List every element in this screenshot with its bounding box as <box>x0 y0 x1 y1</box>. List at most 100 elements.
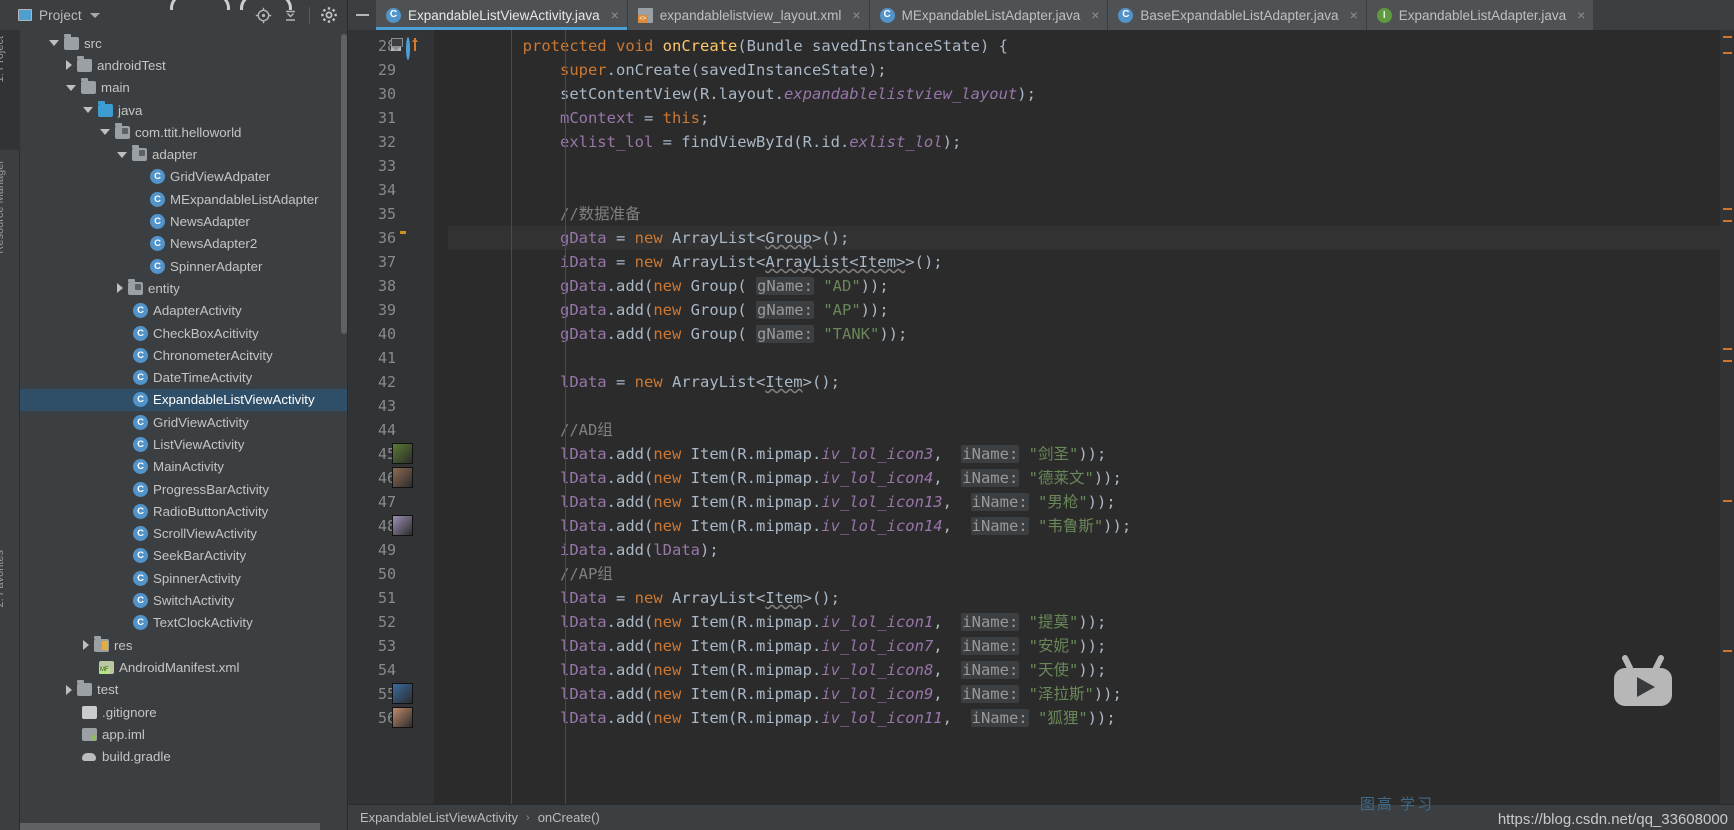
code-line[interactable]: protected void onCreate(Bundle savedInst… <box>448 34 1734 58</box>
code-line[interactable]: lData = new ArrayList<Item>(); <box>448 370 1734 394</box>
code-line[interactable]: lData.add(new Item(R.mipmap.iv_lol_icon1… <box>448 706 1734 730</box>
chevron-down-icon[interactable] <box>89 12 100 18</box>
hide-tool-window-button[interactable] <box>348 0 376 30</box>
tree-row[interactable]: entity <box>20 277 347 299</box>
code-text-area[interactable]: protected void onCreate(Bundle savedInst… <box>434 30 1734 804</box>
code-line[interactable]: lData = new ArrayList<Item>(); <box>448 586 1734 610</box>
editor-tab[interactable]: I ExpandableListAdapter.java × <box>1366 0 1595 30</box>
tree-row[interactable]: C NewsAdapter2 <box>20 233 347 255</box>
tree-row[interactable]: C DateTimeActivity <box>20 366 347 388</box>
tree-row[interactable]: C ListViewActivity <box>20 433 347 455</box>
code-line[interactable] <box>448 154 1734 178</box>
tree-row[interactable]: C SwitchActivity <box>20 589 347 611</box>
tree-row[interactable]: C SpinnerActivity <box>20 567 347 589</box>
tree-row[interactable]: C ProgressBarActivity <box>20 478 347 500</box>
tree-row[interactable]: C ChronometerAcitvity <box>20 344 347 366</box>
close-icon[interactable]: × <box>1091 8 1099 22</box>
tree-row[interactable]: adapter <box>20 143 347 165</box>
close-icon[interactable]: × <box>611 8 619 22</box>
chevron-down-icon[interactable] <box>66 84 76 91</box>
breadcrumb-method[interactable]: onCreate() <box>538 810 600 825</box>
code-line[interactable]: gData.add(new Group( gName: "TANK")); <box>448 322 1734 346</box>
code-line[interactable]: lData.add(new Item(R.mipmap.iv_lol_icon9… <box>448 682 1734 706</box>
tree-horizontal-scrollbar[interactable] <box>20 823 320 830</box>
chevron-down-icon[interactable] <box>117 151 127 158</box>
code-line[interactable]: //AD组 <box>448 418 1734 442</box>
tree-row[interactable]: C MExpandableListAdapter <box>20 188 347 210</box>
code-line[interactable]: lData.add(new Item(R.mipmap.iv_lol_icon1… <box>448 514 1734 538</box>
settings-gear-icon[interactable] <box>317 3 341 27</box>
tree-row[interactable]: .gitignore <box>20 701 347 723</box>
code-fold-handle[interactable] <box>390 34 412 56</box>
code-line[interactable]: mContext = this; <box>448 106 1734 130</box>
code-line[interactable]: lData.add(new Item(R.mipmap.iv_lol_icon4… <box>448 466 1734 490</box>
code-line[interactable]: exlist_lol = findViewById(R.id.exlist_lo… <box>448 130 1734 154</box>
chevron-right-icon[interactable] <box>66 60 72 71</box>
code-line[interactable]: gData.add(new Group( gName: "AP")); <box>448 298 1734 322</box>
tree-row[interactable]: C CheckBoxAcitivity <box>20 322 347 344</box>
project-tree[interactable]: src androidTest main java com.ttit.helloworl… <box>20 30 348 830</box>
close-icon[interactable]: × <box>852 8 860 22</box>
code-line[interactable]: gData = new ArrayList<Group>(); <box>448 226 1734 250</box>
close-icon[interactable]: × <box>1350 8 1358 22</box>
chevron-down-icon[interactable] <box>100 129 110 136</box>
tree-row[interactable]: C GridViewAdpater <box>20 166 347 188</box>
code-line[interactable]: lData.add(new Item(R.mipmap.iv_lol_icon1… <box>448 610 1734 634</box>
code-line[interactable]: lData.add(new Item(R.mipmap.iv_lol_icon1… <box>448 490 1734 514</box>
code-line[interactable]: super.onCreate(savedInstanceState); <box>448 58 1734 82</box>
intention-bulb-icon[interactable] <box>396 231 418 253</box>
editor-tab[interactable]: <> expandablelistview_layout.xml × <box>627 0 870 30</box>
tree-row[interactable]: C GridViewActivity <box>20 411 347 433</box>
tree-row[interactable]: C MainActivity <box>20 456 347 478</box>
chevron-down-icon[interactable] <box>83 107 93 114</box>
image-resource-thumbnail[interactable] <box>392 707 414 729</box>
sidebar-item-project[interactable]: 1: Project <box>0 36 14 82</box>
tree-row[interactable]: C ScrollViewActivity <box>20 523 347 545</box>
code-line[interactable]: lData.add(new Item(R.mipmap.iv_lol_icon3… <box>448 442 1734 466</box>
chevron-down-icon[interactable] <box>49 40 59 47</box>
code-line[interactable]: lData.add(new Item(R.mipmap.iv_lol_icon7… <box>448 634 1734 658</box>
image-resource-thumbnail[interactable] <box>392 443 414 465</box>
override-method-icon[interactable] <box>348 34 418 60</box>
tree-row[interactable]: java <box>20 99 347 121</box>
tree-row-selected[interactable]: C ExpandableListViewActivity <box>20 388 347 412</box>
editor-gutter[interactable]: 28 29 30 31 32 33 34 35 36 37 38 39 40 41 42 43 44 45 46 47… <box>348 30 434 804</box>
tree-row[interactable]: C SpinnerAdapter <box>20 255 347 277</box>
sidebar-item-resource-manager[interactable]: Resource Manager <box>0 160 14 254</box>
code-line[interactable] <box>448 346 1734 370</box>
tree-row[interactable]: C TextClockActivity <box>20 612 347 634</box>
close-icon[interactable]: × <box>1577 8 1585 22</box>
code-line[interactable] <box>448 178 1734 202</box>
tree-row[interactable]: C RadioButtonActivity <box>20 500 347 522</box>
tree-row[interactable]: AndroidManifest.xml <box>20 656 347 678</box>
code-line[interactable]: //AP组 <box>448 562 1734 586</box>
tree-row[interactable]: main <box>20 77 347 99</box>
code-line[interactable]: //数据准备 <box>448 202 1734 226</box>
editor-tab[interactable]: C MExpandableListAdapter.java × <box>869 0 1109 30</box>
image-resource-thumbnail[interactable] <box>392 467 414 489</box>
tree-row[interactable]: test <box>20 679 347 701</box>
chevron-right-icon[interactable] <box>66 684 72 695</box>
tree-row[interactable]: res <box>20 634 347 656</box>
code-line[interactable] <box>448 394 1734 418</box>
code-line[interactable]: setContentView(R.layout.expandablelistvi… <box>448 82 1734 106</box>
chevron-right-icon[interactable] <box>117 283 123 294</box>
code-line[interactable]: iData = new ArrayList<ArrayList<Item>>()… <box>448 250 1734 274</box>
sidebar-item-favorites[interactable]: 2: Favorites <box>0 550 14 607</box>
breadcrumb-class[interactable]: ExpandableListViewActivity <box>360 810 518 825</box>
tree-row[interactable]: build.gradle <box>20 746 347 768</box>
tree-row[interactable]: com.ttit.helloworld <box>20 121 347 143</box>
tree-vertical-scrollbar[interactable] <box>341 34 347 334</box>
editor-tab[interactable]: C BaseExpandableListAdapter.java × <box>1108 0 1367 30</box>
tree-row[interactable]: C SeekBarActivity <box>20 545 347 567</box>
code-line[interactable]: gData.add(new Group( gName: "AD")); <box>448 274 1734 298</box>
code-line[interactable]: iData.add(lData); <box>448 538 1734 562</box>
tree-row[interactable]: app.iml <box>20 723 347 745</box>
tree-row[interactable]: C AdapterActivity <box>20 300 347 322</box>
image-resource-thumbnail[interactable] <box>392 515 414 537</box>
chevron-right-icon[interactable] <box>83 640 89 651</box>
editor-tab[interactable]: C ExpandableListViewActivity.java × <box>376 0 628 30</box>
error-marker-gutter[interactable] <box>1720 30 1734 804</box>
code-line[interactable]: lData.add(new Item(R.mipmap.iv_lol_icon8… <box>448 658 1734 682</box>
image-resource-thumbnail[interactable] <box>392 683 414 705</box>
